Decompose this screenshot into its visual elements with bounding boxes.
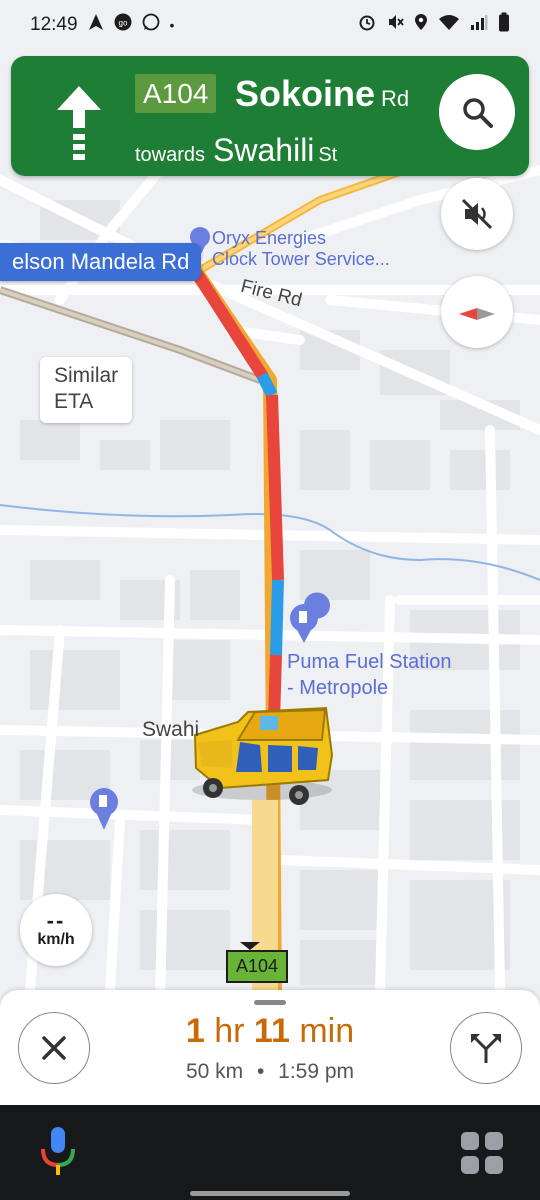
location-icon bbox=[414, 13, 428, 37]
status-bar: 12:49 go • bbox=[0, 0, 540, 50]
alarm-icon bbox=[358, 13, 376, 37]
poi-oryx-line1: Oryx Energies bbox=[212, 228, 327, 248]
towards-line: towards Swahili St bbox=[135, 134, 337, 169]
poi-puma-line1: Puma Fuel Station bbox=[287, 651, 452, 673]
speed-value: -- bbox=[46, 908, 66, 933]
towards-street: Swahili St bbox=[213, 132, 337, 168]
apps-button[interactable] bbox=[460, 1131, 504, 1180]
similar-eta-chip[interactable]: Similar ETA bbox=[40, 357, 133, 423]
street-label-swahili: Swahi bbox=[142, 718, 200, 741]
compass-button[interactable] bbox=[441, 276, 513, 348]
arrival-time: 1:59 pm bbox=[278, 1060, 355, 1083]
alternate-routes-button[interactable] bbox=[450, 1012, 522, 1084]
route-shield-marker: A104 bbox=[226, 950, 289, 983]
route-shield: A104 bbox=[135, 74, 217, 113]
street-suffix: Rd bbox=[381, 86, 410, 111]
towards-label: towards bbox=[135, 144, 206, 166]
drag-handle[interactable] bbox=[254, 1000, 286, 1005]
compass-icon bbox=[459, 308, 495, 320]
eta-minutes: 11 bbox=[253, 1012, 290, 1050]
wifi-icon bbox=[438, 13, 460, 37]
eta-hours: 1 bbox=[185, 1012, 205, 1050]
trip-separator: • bbox=[256, 1060, 265, 1083]
speedometer: -- km/h bbox=[20, 894, 92, 966]
towards-street-text: Swahili bbox=[213, 132, 315, 168]
apps-grid-icon bbox=[461, 1132, 503, 1174]
gesture-navigation-bar[interactable] bbox=[190, 1191, 350, 1196]
svg-text:go: go bbox=[118, 19, 127, 28]
straight-arrow-icon bbox=[57, 86, 101, 160]
whatsapp-icon bbox=[142, 13, 160, 37]
eta-min-unit: min bbox=[299, 1012, 355, 1050]
road-label[interactable]: elson Mandela Rd bbox=[0, 243, 202, 281]
street-name: Sokoine Rd bbox=[235, 74, 409, 119]
trip-summary-sheet[interactable]: 1 hr 11 min 50 km • 1:59 pm bbox=[0, 990, 540, 1105]
poi-label-oryx[interactable]: Oryx Energies Clock Tower Service... bbox=[212, 228, 390, 270]
speed-unit: km/h bbox=[37, 931, 75, 948]
battery-icon bbox=[498, 12, 510, 38]
assistant-bar bbox=[0, 1105, 540, 1200]
mute-button[interactable] bbox=[441, 178, 513, 250]
poi-oryx-line2: Clock Tower Service... bbox=[212, 249, 390, 269]
volume-mute-icon bbox=[461, 198, 493, 230]
more-notifications-dot: • bbox=[169, 17, 175, 33]
eta-chip-line2: ETA bbox=[54, 390, 94, 413]
poi-puma-line2: - Metropole bbox=[287, 677, 389, 699]
vibrate-mute-icon bbox=[386, 13, 404, 37]
eta-chip-line1: Similar bbox=[54, 364, 119, 387]
navigation-status-icon bbox=[88, 13, 104, 37]
search-icon bbox=[463, 98, 493, 128]
street-name-text: Sokoine bbox=[235, 73, 376, 114]
voice-assistant-button[interactable] bbox=[38, 1125, 78, 1182]
towards-suffix: St bbox=[318, 144, 338, 166]
alternate-routes-icon bbox=[471, 1034, 501, 1063]
mic-icon bbox=[41, 1127, 75, 1175]
trip-distance: 50 km bbox=[185, 1060, 244, 1083]
clock: 12:49 bbox=[30, 14, 78, 35]
signal-icon bbox=[470, 13, 488, 37]
poi-label-puma[interactable]: Puma Fuel Station - Metropole bbox=[287, 649, 452, 701]
eta-hr-unit: hr bbox=[214, 1012, 245, 1050]
search-button[interactable] bbox=[439, 74, 515, 150]
navigation-instruction-banner[interactable]: A104 Sokoine Rd towards Swahili St bbox=[11, 56, 529, 176]
go-app-icon: go bbox=[114, 13, 132, 37]
